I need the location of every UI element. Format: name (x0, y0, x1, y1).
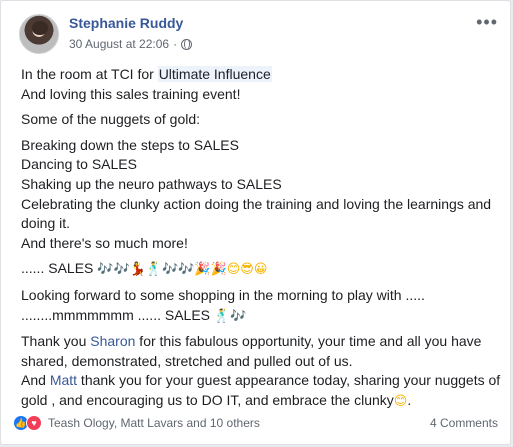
and-prefix: And (21, 372, 50, 389)
shopping-emojis: 🕺🎶 (213, 308, 247, 324)
shopping-line2: ........mmmmmmm ...... SALES (21, 306, 211, 323)
comments-count[interactable]: 4 Comments (430, 416, 498, 430)
nugget-item: And there's so much more! (21, 234, 188, 251)
post-footer: 👍 ♥ Teash Ology, Matt Lavars and 10 othe… (13, 411, 498, 435)
line1-prefix: In the room at TCI for (21, 66, 158, 82)
nugget-item: Shaking up the neuro pathways to SALES (21, 175, 282, 192)
post-card: Stephanie Ruddy 30 August at 22:06 · •••… (0, 0, 511, 445)
matt-mention-link[interactable]: Matt (50, 372, 77, 388)
nugget-item: Celebrating the clunky action doing the … (21, 195, 492, 232)
nuggets-list: Breaking down the steps to SALES Dancing… (21, 136, 501, 254)
line2: And loving this sales training event! (21, 85, 241, 102)
globe-icon (181, 38, 193, 50)
post-header: Stephanie Ruddy 30 August at 22:06 · ••• (13, 11, 498, 57)
post-meta: 30 August at 22:06 · (69, 37, 193, 51)
and-end: . (407, 391, 412, 408)
sales-text: ...... SALES (21, 260, 94, 277)
shopping-line1: Looking forward to some shopping in the … (21, 286, 425, 303)
avatar[interactable] (19, 14, 59, 54)
reactions-icons[interactable]: 👍 ♥ (13, 415, 42, 431)
more-options-icon[interactable]: ••• (476, 13, 498, 31)
ultimate-influence-link[interactable]: Ultimate Influence (157, 66, 272, 82)
love-icon: ♥ (26, 415, 42, 431)
nuggets-intro: Some of the nuggets of gold: (21, 111, 201, 128)
reactors-text[interactable]: Teash Ology, Matt Lavars and 10 others (48, 416, 430, 430)
sharon-mention-link[interactable]: Sharon (90, 333, 135, 349)
timestamp[interactable]: 30 August at 22:06 (69, 37, 169, 51)
thanks-paragraph: Thank you Sharon for this fabulous oppor… (21, 332, 501, 411)
meta-separator: · (173, 37, 178, 51)
smile-emoji: 😊 (393, 393, 408, 409)
thanks-prefix: Thank you (21, 333, 91, 350)
intro-paragraph: In the room at TCI for Ultimate Influenc… (21, 65, 501, 104)
sales-line: ...... SALES 🎶🎶💃🕺🎶🎶🎉🎉😊😎😀 (21, 259, 501, 280)
nugget-item: Dancing to SALES (21, 156, 137, 173)
nugget-item: Breaking down the steps to SALES (21, 136, 239, 153)
post-body: In the room at TCI for Ultimate Influenc… (21, 65, 501, 418)
sales-emojis: 🎶🎶💃🕺🎶🎶🎉🎉😊😎😀 (97, 262, 268, 278)
and-rest: thank you for your guest appearance toda… (21, 372, 501, 408)
author-name[interactable]: Stephanie Ruddy (69, 15, 183, 31)
shopping-paragraph: Looking forward to some shopping in the … (21, 286, 501, 326)
